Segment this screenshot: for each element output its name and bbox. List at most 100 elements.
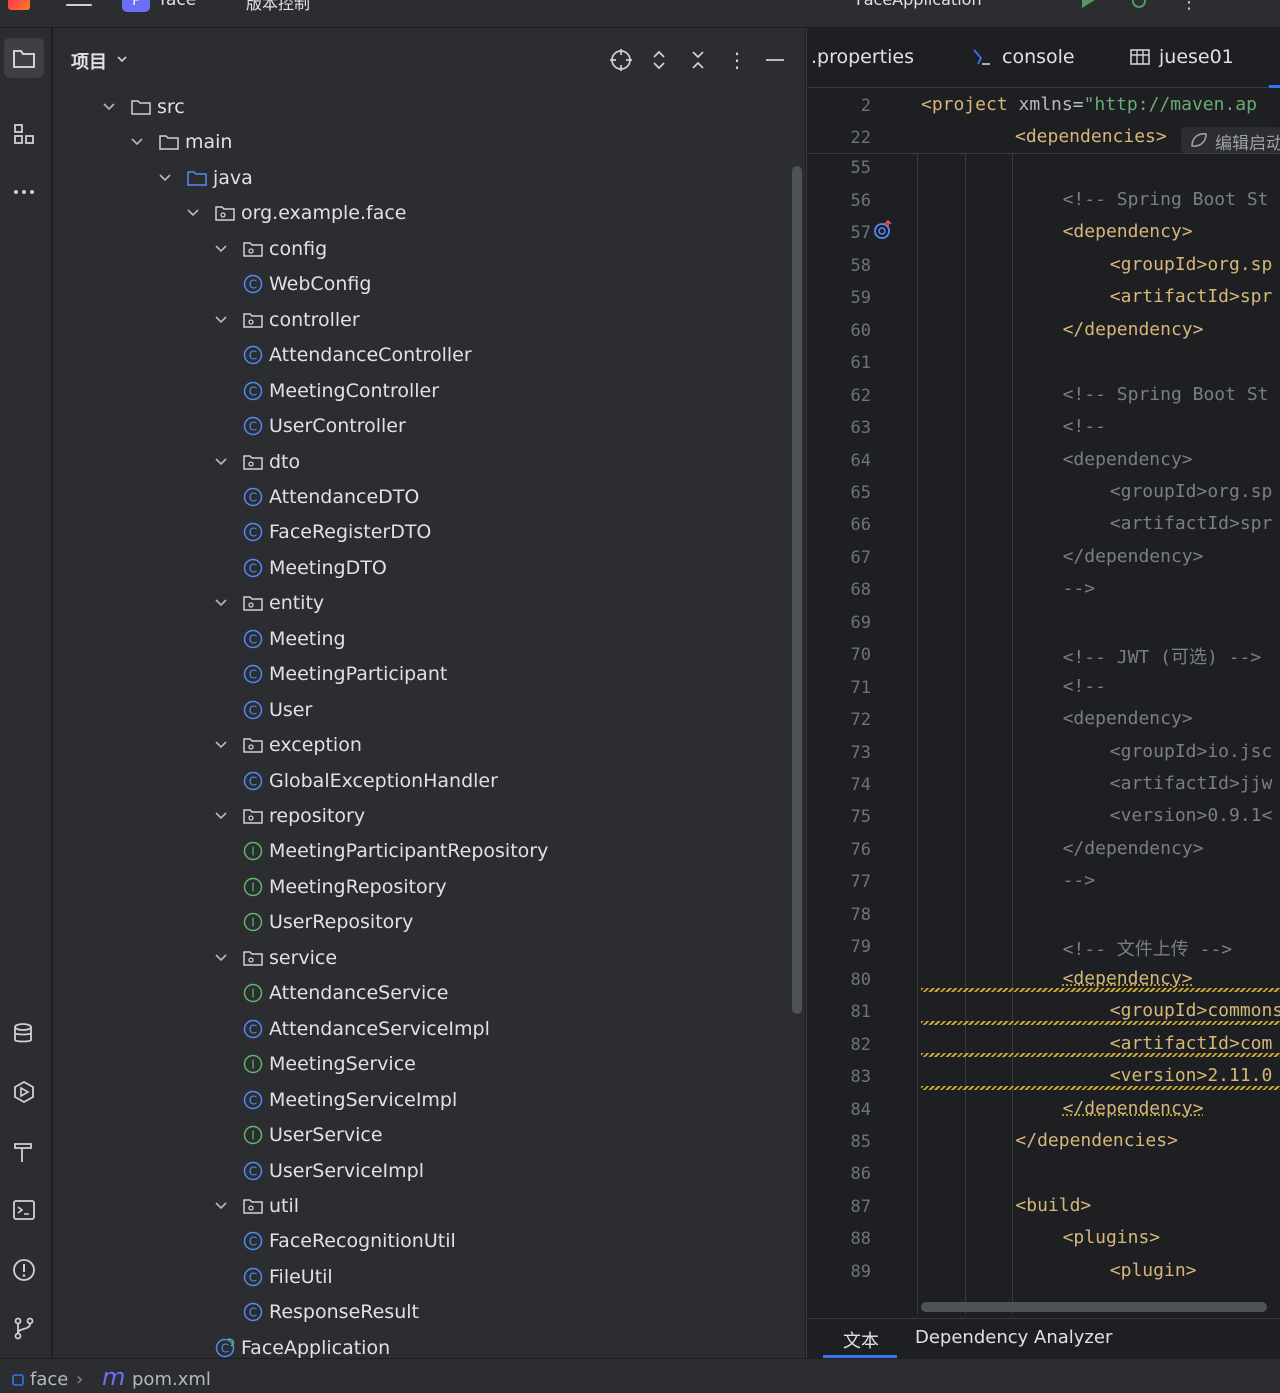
code-line[interactable]: </dependency> (1063, 1098, 1204, 1119)
code-line[interactable]: <!-- (1063, 676, 1106, 697)
code-line[interactable]: <plugins> (1063, 1227, 1161, 1248)
chevron-down-icon[interactable] (214, 313, 228, 327)
tree-item[interactable]: C AttendanceController (53, 338, 793, 373)
chevron-down-icon[interactable] (115, 52, 129, 66)
hide-panel-icon[interactable] (763, 48, 787, 72)
tab-console[interactable]: console (1002, 46, 1075, 68)
build-icon[interactable] (4, 1132, 44, 1172)
tree-item[interactable]: controller (53, 303, 793, 338)
code-line[interactable]: <version>2.11.0 (1110, 1065, 1273, 1086)
project-name[interactable]: face (160, 0, 196, 10)
tree-item[interactable]: I MeetingRepository (53, 870, 793, 905)
code-line[interactable]: <plugin> (1110, 1260, 1197, 1281)
chevron-down-icon[interactable] (214, 951, 228, 965)
tree-item[interactable]: C GlobalExceptionHandler (53, 764, 793, 799)
code-line[interactable]: <version>0.9.1< (1110, 805, 1273, 826)
tree-item[interactable]: C MeetingServiceImpl (53, 1083, 793, 1118)
sticky-line-dependencies[interactable]: <dependencies> (1015, 126, 1167, 147)
code-line[interactable]: <groupId>org.sp (1110, 254, 1273, 275)
project-panel-title[interactable]: 项目 (71, 48, 107, 74)
tree-item[interactable]: service (53, 941, 793, 976)
tree-item[interactable]: C User (53, 693, 793, 728)
git-icon[interactable] (4, 1308, 44, 1348)
chevron-down-icon[interactable] (214, 455, 228, 469)
code-line[interactable]: <artifactId>spr (1110, 286, 1273, 307)
code-line[interactable]: <!-- Spring Boot St (1063, 384, 1269, 405)
tree-item[interactable]: entity (53, 586, 793, 621)
tree-item[interactable]: C FaceRecognitionUtil (53, 1224, 793, 1259)
run-configuration-selector[interactable]: FaceApplication (856, 0, 982, 9)
tree-item[interactable]: C ResponseResult (53, 1295, 793, 1330)
tree-item[interactable]: C Meeting (53, 622, 793, 657)
tree-item[interactable]: src (53, 90, 793, 125)
code-line[interactable]: <build> (1015, 1195, 1091, 1216)
debug-icon[interactable] (1128, 0, 1150, 10)
code-line[interactable]: <groupId>commons (1110, 1000, 1280, 1021)
code-line[interactable]: </dependency> (1063, 319, 1204, 340)
tree-item[interactable]: exception (53, 728, 793, 763)
chevron-down-icon[interactable] (130, 135, 144, 149)
tree-item[interactable]: I MeetingService (53, 1047, 793, 1082)
tab-properties[interactable]: .properties (811, 46, 914, 68)
code-line[interactable]: <dependency> (1063, 449, 1193, 470)
tree-item[interactable]: C AttendanceDTO (53, 480, 793, 515)
tree-item[interactable]: I AttendanceService (53, 976, 793, 1011)
more-actions-icon[interactable]: ⋮ (1180, 0, 1198, 13)
project-tree-scrollbar[interactable] (792, 166, 802, 1014)
tree-item[interactable]: I UserRepository (53, 905, 793, 940)
sticky-line-project[interactable]: <project xmlns="http://maven.ap (921, 94, 1257, 115)
tree-item[interactable]: C MeetingController (53, 374, 793, 409)
chevron-down-icon[interactable] (158, 171, 172, 185)
tree-item[interactable]: C AttendanceServiceImpl (53, 1012, 793, 1047)
code-line[interactable]: <dependency> (1063, 968, 1193, 989)
gutter-target-icon[interactable] (873, 219, 895, 241)
code-line[interactable]: <artifactId>jjw (1110, 773, 1273, 794)
chevron-down-icon[interactable] (214, 242, 228, 256)
code-line[interactable]: <groupId>io.jsc (1110, 741, 1273, 762)
tree-item[interactable]: I UserService (53, 1118, 793, 1153)
code-line[interactable]: <!-- (1063, 416, 1106, 437)
chevron-down-icon[interactable] (214, 809, 228, 823)
code-line[interactable]: --> (1063, 578, 1096, 599)
code-line[interactable]: <!-- Spring Boot St (1063, 189, 1269, 210)
structure-tool-icon[interactable] (4, 114, 44, 154)
tree-item[interactable]: repository (53, 799, 793, 834)
tree-item[interactable]: C UserController (53, 409, 793, 444)
ide-logo[interactable] (8, 0, 30, 10)
tree-item[interactable]: C UserServiceImpl (53, 1154, 793, 1189)
chevron-down-icon[interactable] (214, 596, 228, 610)
tree-item[interactable]: C FaceRegisterDTO (53, 515, 793, 550)
project-badge[interactable]: F (122, 0, 150, 12)
code-line[interactable]: <groupId>org.sp (1110, 481, 1273, 502)
tree-item[interactable]: C WebConfig (53, 267, 793, 302)
tree-item[interactable]: util (53, 1189, 793, 1224)
more-tools-icon[interactable] (4, 172, 44, 212)
code-line[interactable]: --> (1063, 870, 1096, 891)
chevron-down-icon[interactable] (102, 100, 116, 114)
code-line[interactable]: </dependencies> (1015, 1130, 1178, 1151)
tree-item[interactable]: config (53, 232, 793, 267)
code-line[interactable]: <dependency> (1063, 708, 1193, 729)
options-icon[interactable]: ⋮ (725, 48, 749, 72)
project-tool-icon[interactable] (4, 38, 44, 78)
chevron-down-icon[interactable] (186, 206, 200, 220)
vcs-widget[interactable]: 版本控制 (246, 0, 310, 14)
code-line[interactable]: <artifactId>com (1110, 1033, 1273, 1054)
code-line[interactable]: <!-- 文件上传 --> (1063, 935, 1233, 961)
code-line[interactable]: </dependency> (1063, 546, 1204, 567)
chevron-down-icon[interactable] (214, 738, 228, 752)
code-line[interactable]: <artifactId>spr (1110, 513, 1273, 534)
tree-item[interactable]: org.example.face (53, 196, 793, 231)
tab-juese01[interactable]: juese01 (1159, 46, 1234, 68)
expand-all-icon[interactable] (647, 48, 671, 72)
tree-item[interactable]: C MeetingDTO (53, 551, 793, 586)
code-line[interactable]: <dependency> (1063, 221, 1193, 242)
code-view[interactable]: 54</dependency>5556<!-- Spring Boot St57… (807, 88, 1280, 1318)
tab-dependency-analyzer[interactable]: Dependency Analyzer (915, 1327, 1112, 1348)
locate-file-icon[interactable] (609, 48, 633, 72)
terminal-icon[interactable] (4, 1190, 44, 1230)
tree-item[interactable]: C MeetingParticipant (53, 657, 793, 692)
collapse-all-icon[interactable] (686, 48, 710, 72)
problems-icon[interactable] (4, 1250, 44, 1290)
tree-item[interactable]: C FileUtil (53, 1260, 793, 1295)
